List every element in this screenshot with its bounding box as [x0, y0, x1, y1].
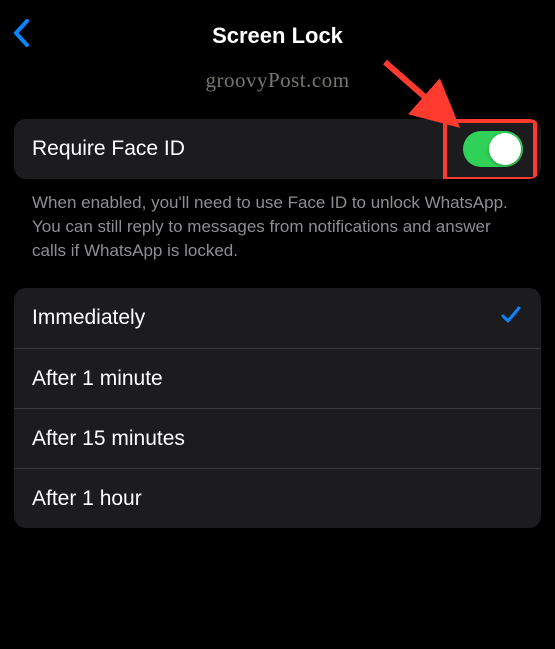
watermark-text: groovyPost.com	[0, 68, 555, 93]
timing-option-label: After 15 minutes	[32, 427, 185, 451]
timing-option-15min[interactable]: After 15 minutes	[14, 408, 541, 468]
chevron-left-icon	[12, 18, 30, 48]
timing-option-1hour[interactable]: After 1 hour	[14, 468, 541, 528]
timing-option-immediately[interactable]: Immediately	[14, 288, 541, 348]
require-faceid-label: Require Face ID	[32, 137, 185, 161]
check-icon	[499, 303, 523, 333]
timing-option-label: After 1 hour	[32, 487, 142, 511]
faceid-section: Require Face ID When enabled, you'll nee…	[14, 119, 541, 262]
timing-option-label: Immediately	[32, 306, 145, 330]
require-faceid-row[interactable]: Require Face ID	[14, 119, 541, 179]
timing-section: Immediately After 1 minute After 15 minu…	[14, 288, 541, 528]
timing-option-1min[interactable]: After 1 minute	[14, 348, 541, 408]
timing-row-group: Immediately After 1 minute After 15 minu…	[14, 288, 541, 528]
toggle-wrap	[463, 131, 523, 167]
header: Screen Lock	[0, 0, 555, 56]
faceid-footer-text: When enabled, you'll need to use Face ID…	[14, 179, 541, 262]
faceid-row-group: Require Face ID	[14, 119, 541, 179]
faceid-toggle[interactable]	[463, 131, 523, 167]
timing-option-label: After 1 minute	[32, 367, 163, 391]
toggle-knob	[489, 133, 521, 165]
back-button[interactable]	[12, 18, 30, 53]
page-title: Screen Lock	[212, 23, 343, 49]
